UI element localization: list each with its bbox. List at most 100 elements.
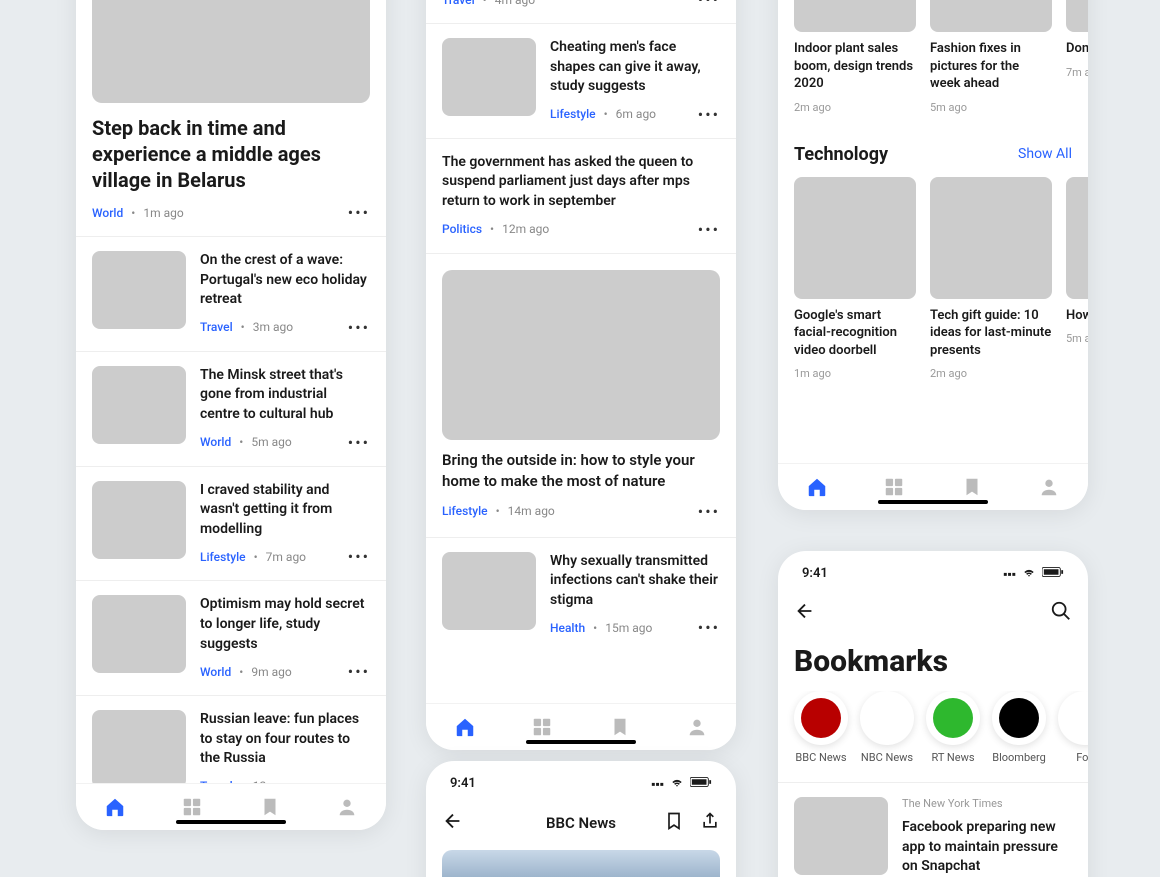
card-item[interactable]: Fashion fixes in pictures for the week a… [930, 0, 1052, 114]
card-title: Google's smart facial-recognition video … [794, 307, 916, 360]
page-title: BBC News [546, 814, 616, 832]
tab-home[interactable] [454, 716, 476, 742]
source-chips[interactable]: BBC News NBC News RT News Bloomberg Fox [778, 691, 1088, 772]
source-chip[interactable]: NBC News [860, 691, 914, 764]
time-label: 14m ago [508, 504, 555, 518]
tab-grid[interactable] [181, 796, 203, 822]
page-title: Bookmarks [778, 640, 1088, 691]
battery-icon [1042, 566, 1064, 581]
category-label[interactable]: World [92, 206, 123, 220]
source-chip[interactable]: BBC News [794, 691, 848, 764]
category-label[interactable]: Health [550, 621, 585, 635]
tab-home[interactable] [806, 476, 828, 502]
article-title: I craved stability and wasn't getting it… [200, 481, 370, 540]
time-label: 7m ago [1066, 66, 1088, 79]
category-label[interactable]: Travel [200, 320, 233, 334]
tab-profile[interactable] [686, 716, 708, 742]
card-image [1066, 177, 1088, 299]
tab-profile[interactable] [1038, 476, 1060, 502]
article-row[interactable]: Optimism may hold secret to longer life,… [76, 581, 386, 696]
tab-home[interactable] [104, 796, 126, 822]
time-label: 7m ago [266, 550, 306, 564]
more-icon[interactable]: ••• [698, 220, 720, 239]
article-meta: World • 1m ago [92, 206, 184, 220]
back-icon[interactable] [794, 600, 816, 626]
category-label[interactable]: Travel [442, 0, 475, 7]
more-icon[interactable]: ••• [698, 502, 720, 521]
more-icon[interactable]: ••• [348, 318, 370, 337]
home-indicator [878, 500, 988, 504]
article-row[interactable]: The Minsk street that's gone from indust… [76, 352, 386, 467]
card-item[interactable]: Tech gift guide: 10 ideas for last-minut… [930, 177, 1052, 381]
category-label[interactable]: Lifestyle [550, 107, 596, 121]
article-thumb [92, 710, 186, 788]
article-title: Cheating men's face shapes can give it a… [550, 38, 720, 97]
category-row[interactable]: Indoor plant sales boom, design trends 2… [778, 0, 1088, 128]
featured-image [92, 0, 370, 103]
tab-grid[interactable] [531, 716, 553, 742]
time-label: 4m ago [495, 0, 535, 7]
source-chip[interactable]: Bloomberg [992, 691, 1046, 764]
article-row[interactable]: On the crest of a wave: Portugal's new e… [76, 237, 386, 352]
article-thumb [92, 595, 186, 673]
article-row[interactable]: Why sexually transmitted infections can'… [426, 538, 736, 652]
article-row[interactable]: The New York Times Facebook preparing ne… [778, 782, 1088, 877]
category-label[interactable]: Lifestyle [442, 504, 488, 518]
source-chip[interactable]: RT News [926, 691, 980, 764]
signal-icon: ▪▪▪ [1003, 567, 1016, 581]
source-name: RT News [931, 751, 974, 764]
card-item[interactable]: How automation centers 5m ago [1066, 177, 1088, 381]
category-label[interactable]: Lifestyle [200, 550, 246, 564]
tab-profile[interactable] [336, 796, 358, 822]
tab-grid[interactable] [883, 476, 905, 502]
card-item[interactable]: Don't miss this weekend's dawn 7m ago [1066, 0, 1088, 114]
status-bar: 9:41 ▪▪▪ [426, 761, 736, 796]
more-icon[interactable]: ••• [348, 662, 370, 681]
card-title: Tech gift guide: 10 ideas for last-minut… [930, 307, 1052, 360]
article-thumb [92, 366, 186, 444]
show-all-link[interactable]: Show All [1018, 146, 1072, 162]
card-image [794, 177, 916, 299]
more-icon[interactable]: ••• [698, 0, 720, 9]
section-title: Technology [794, 144, 888, 165]
bookmark-icon[interactable] [664, 811, 684, 835]
article-row[interactable]: The government has asked the queen to su… [426, 139, 736, 254]
article-image [442, 850, 720, 877]
tab-bookmark[interactable] [609, 716, 631, 742]
more-icon[interactable]: ••• [698, 105, 720, 124]
back-icon[interactable] [442, 810, 464, 836]
time-label: 1m ago [143, 206, 183, 220]
card-item[interactable]: Google's smart facial-recognition video … [794, 177, 916, 381]
article-title: Why sexually transmitted infections can'… [550, 552, 720, 611]
article-title: Optimism may hold secret to longer life,… [200, 595, 370, 654]
time-label: 1m ago [794, 367, 916, 380]
source-name: BBC News [795, 751, 846, 764]
time-label: 12m ago [502, 222, 549, 236]
more-icon[interactable]: ••• [348, 433, 370, 452]
article-thumb [442, 38, 536, 116]
source-chip[interactable]: Fox [1058, 691, 1088, 764]
category-label[interactable]: Politics [442, 222, 482, 236]
card-item[interactable]: Indoor plant sales boom, design trends 2… [794, 0, 916, 114]
article-big[interactable]: Bring the outside in: how to style your … [426, 254, 736, 538]
featured-article[interactable]: Step back in time and experience a middl… [76, 0, 386, 237]
nav-header [778, 586, 1088, 640]
article-thumb [442, 552, 536, 630]
search-icon[interactable] [1050, 600, 1072, 626]
category-label[interactable]: World [200, 435, 231, 449]
share-icon[interactable] [700, 811, 720, 835]
article-title: Facebook preparing new app to maintain p… [902, 818, 1072, 877]
article-row[interactable]: I craved stability and wasn't getting it… [76, 467, 386, 582]
more-icon[interactable]: ••• [698, 618, 720, 637]
article-row[interactable]: Cheating men's face shapes can give it a… [426, 24, 736, 139]
article-title: The government has asked the queen to su… [442, 153, 720, 212]
tab-bookmark[interactable] [961, 476, 983, 502]
more-icon[interactable]: ••• [348, 203, 370, 222]
category-row[interactable]: Google's smart facial-recognition video … [778, 177, 1088, 395]
article-thumb [92, 251, 186, 329]
category-label[interactable]: World [200, 665, 231, 679]
source-name: NBC News [861, 751, 913, 764]
tab-bookmark[interactable] [259, 796, 281, 822]
source-name: Fox [1076, 751, 1088, 764]
more-icon[interactable]: ••• [348, 547, 370, 566]
